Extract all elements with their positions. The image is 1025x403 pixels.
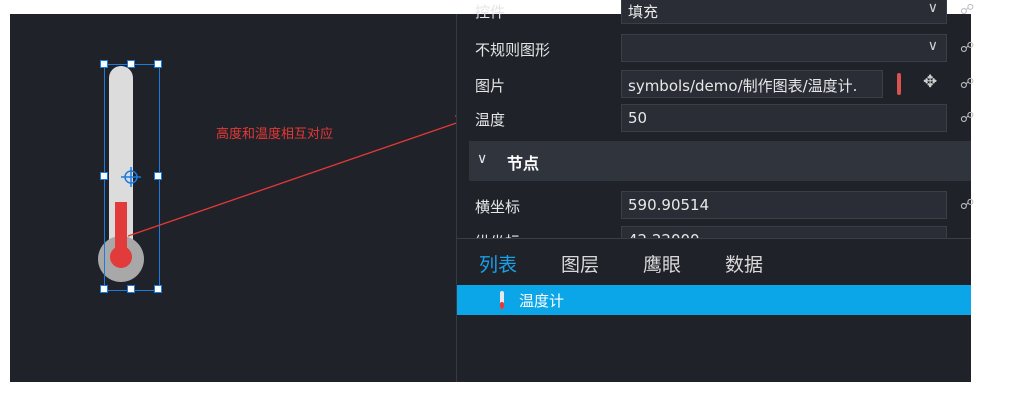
x-coordinate-input[interactable]: 590.90514 (621, 191, 947, 219)
property-label: 不规则图形 (475, 41, 551, 59)
temperature-value: 50 (628, 109, 648, 127)
resize-handle-right[interactable] (154, 172, 162, 180)
select-value: 填充 (628, 3, 659, 21)
tab-list[interactable]: 列表 (479, 250, 517, 277)
resize-handle-bottom[interactable] (127, 285, 135, 293)
property-label: 控件 (475, 3, 506, 21)
property-label: 图片 (475, 77, 506, 95)
tab-layers[interactable]: 图层 (561, 250, 599, 277)
resize-handle-bottom-left[interactable] (100, 285, 108, 293)
link-icon[interactable]: ☍ (960, 197, 974, 213)
link-icon[interactable]: ☍ (960, 110, 974, 126)
tab-data[interactable]: 数据 (725, 250, 763, 277)
image-preview-icon[interactable] (897, 73, 901, 95)
resize-handle-top-right[interactable] (154, 60, 162, 68)
property-row-temperature: 温度 50 ☍ (457, 100, 974, 136)
properties-panel: 控件 填充 ∨ ☍ 不规则图形 ∨ ☍ 图片 symbols/demo/制作图表… (456, 0, 974, 382)
property-row-x: 横坐标 590.90514 ☍ (457, 187, 974, 223)
chevron-down-icon: ∨ (477, 151, 488, 167)
control-select[interactable]: 填充 ∨ (621, 0, 947, 24)
property-row-control: 控件 填充 ∨ ☍ (457, 0, 974, 28)
section-node-header[interactable]: ∨ 节点 (469, 141, 971, 181)
property-label: 温度 (475, 111, 506, 129)
link-icon[interactable]: ☍ (960, 76, 974, 92)
image-path-field[interactable]: symbols/demo/制作图表/温度计. (621, 70, 883, 98)
x-coordinate-value: 590.90514 (628, 196, 710, 214)
chevron-down-icon: ∨ (927, 38, 938, 54)
property-label: 横坐标 (475, 198, 521, 216)
image-path-value: symbols/demo/制作图表/温度计. (628, 77, 858, 95)
tab-eagle-eye[interactable]: 鹰眼 (643, 250, 681, 277)
resize-handle-bottom-right[interactable] (154, 285, 162, 293)
section-title: 节点 (507, 154, 540, 173)
move-center-icon[interactable] (120, 166, 142, 188)
property-row-shape: 不规则图形 ∨ ☍ (457, 30, 974, 66)
resize-handle-left[interactable] (100, 172, 108, 180)
resize-handle-top[interactable] (127, 60, 135, 68)
link-icon[interactable]: ☍ (960, 2, 974, 18)
design-canvas[interactable]: 高度和温度相互对应 (10, 14, 456, 382)
property-row-image: 图片 symbols/demo/制作图表/温度计. ✥ ☍ (457, 66, 974, 102)
thermometer-icon (500, 291, 504, 309)
link-icon[interactable]: ☍ (960, 40, 974, 56)
resize-handle-top-left[interactable] (100, 60, 108, 68)
bottom-tabs: 列表 图层 鹰眼 数据 (457, 238, 971, 285)
list-item[interactable]: 温度计 (457, 285, 971, 315)
shape-select[interactable]: ∨ (621, 34, 947, 62)
annotation-text: 高度和温度相互对应 (216, 127, 334, 142)
chevron-down-icon: ∨ (927, 0, 938, 16)
temperature-input[interactable]: 50 (621, 104, 947, 132)
list-item-label: 温度计 (519, 292, 565, 310)
move-icon[interactable]: ✥ (923, 72, 937, 92)
